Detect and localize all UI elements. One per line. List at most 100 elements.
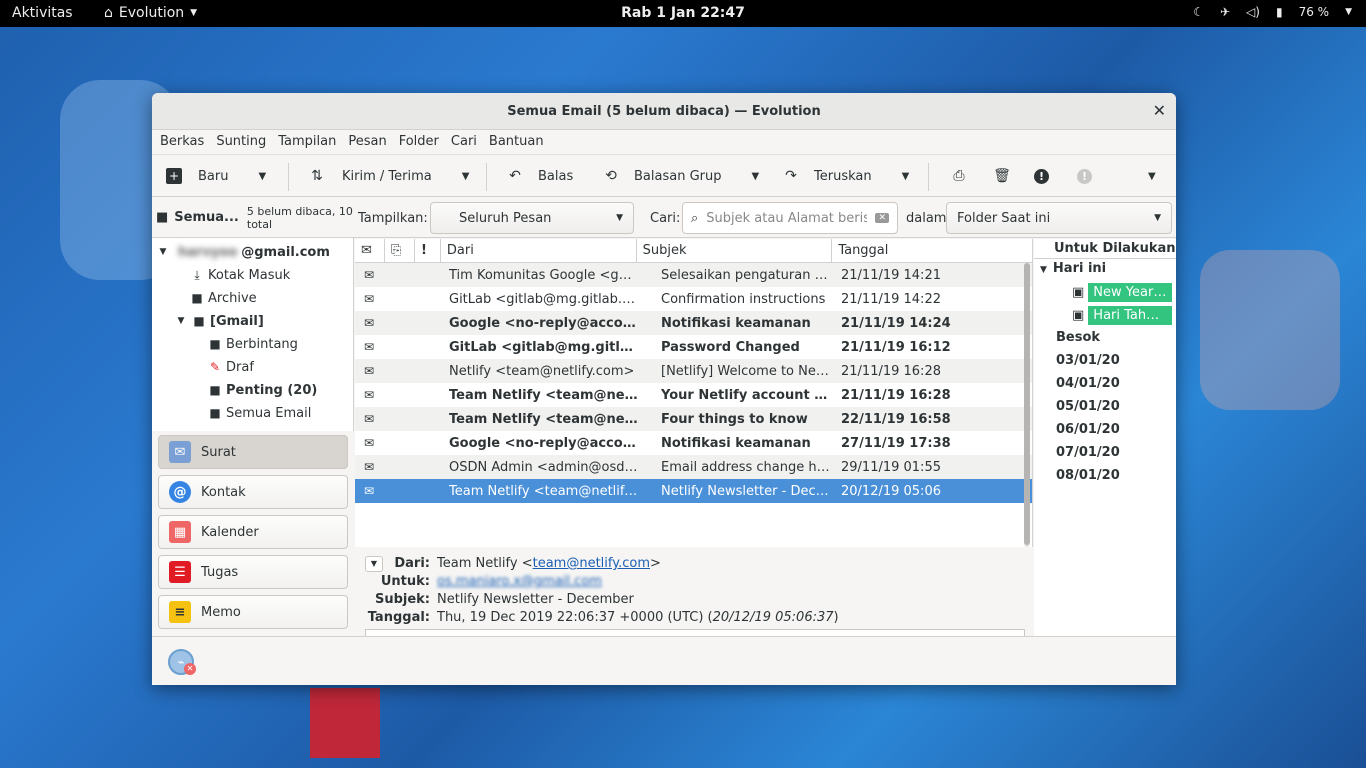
clock[interactable]: Rab 1 Jan 22:47 [0, 5, 1366, 21]
reply-label: Balas [538, 168, 574, 184]
folder-all-mail[interactable]: ■ Semua Email [208, 402, 311, 424]
printer-icon: ⎙ [953, 168, 965, 184]
message-row-selected[interactable]: ✉ Team Netlify <team@netlify.... Netlify N… [355, 479, 1032, 503]
show-filter-value: Seluruh Pesan [459, 210, 552, 226]
message-subject: Password Changed [661, 339, 800, 355]
expander-icon[interactable]: ▼ [174, 316, 188, 326]
todo-date[interactable]: 05/01/20 [1056, 399, 1120, 414]
column-flag[interactable]: ! [415, 239, 441, 262]
inbox-icon: ⤓ [194, 267, 200, 282]
menu-folder[interactable]: Folder [393, 130, 445, 154]
calendar-event-icon: ▣ [1072, 284, 1085, 300]
message-row[interactable]: ✉ Team Netlify <team@netlify.... Your Netl… [355, 383, 1032, 407]
menu-message[interactable]: Pesan [342, 130, 392, 154]
menu-edit[interactable]: Sunting [210, 130, 272, 154]
new-label: Baru [198, 168, 229, 184]
folder-gmail[interactable]: ▼ ■ [Gmail] [174, 310, 264, 332]
todo-date[interactable]: 06/01/20 [1056, 422, 1120, 437]
nav-mail[interactable]: ✉ Surat [158, 435, 348, 469]
message-list-scrollbar[interactable] [1024, 263, 1030, 547]
column-status[interactable]: ✉ [355, 239, 385, 262]
message-row[interactable]: ✉ GitLab <gitlab@mg.gitlab.co... Confirmat… [355, 287, 1032, 311]
message-subject: Confirmation instructions [661, 291, 826, 307]
delete-button[interactable]: 🗑 [991, 163, 1013, 189]
todo-tomorrow[interactable]: Besok [1056, 330, 1100, 345]
column-subject[interactable]: Subjek [637, 239, 833, 262]
system-tray[interactable]: ☾ ✈ ◁) ▮ 76 % ▼ [1193, 5, 1352, 19]
chevron-down-icon: ▼ [1148, 170, 1156, 182]
message-row[interactable]: ✉ Team Netlify <team@netlify.... Four thin… [355, 407, 1032, 431]
chevron-down-icon[interactable]: ▼ [462, 171, 470, 182]
forward-button[interactable]: ↷ Teruskan ▼ [780, 163, 909, 189]
reply-button[interactable]: ↶ Balas [504, 163, 573, 189]
message-row[interactable]: ✉ Google <no-reply@accounts... Notifikasi … [355, 311, 1032, 335]
menu-help[interactable]: Bantuan [483, 130, 550, 154]
preview-from-label: Dari: [394, 556, 430, 571]
todo-date[interactable]: 08/01/20 [1056, 468, 1120, 483]
search-scope-combo[interactable]: Folder Saat ini ▼ [946, 202, 1172, 234]
chevron-down-icon[interactable]: ▼ [751, 171, 759, 182]
scrollbar-thumb[interactable] [1024, 263, 1030, 545]
column-from[interactable]: Dari [441, 239, 637, 262]
chevron-down-icon[interactable]: ▼ [258, 171, 266, 182]
message-row[interactable]: ✉ Google <no-reply@accounts... Notifikasi … [355, 431, 1032, 455]
junk-button[interactable]: ! [1034, 163, 1049, 189]
not-junk-button[interactable]: ! [1077, 163, 1092, 189]
message-from: Google <no-reply@accounts... [449, 315, 639, 331]
expander-icon[interactable]: ▼ [1040, 265, 1047, 275]
preview-subject-value: Netlify Newsletter - December [437, 592, 634, 607]
preview-date: Tanggal: Thu, 19 Dec 2019 22:06:37 +0000… [355, 610, 839, 625]
todo-date[interactable]: 07/01/20 [1056, 445, 1120, 460]
folder-archive[interactable]: ■ Archive [190, 287, 256, 309]
message-row[interactable]: ✉ Netlify <team@netlify.com> [Netlify] Wel… [355, 359, 1032, 383]
menu-search[interactable]: Cari [445, 130, 483, 154]
nav-tasks[interactable]: ☰ Tugas [158, 555, 348, 589]
todo-event[interactable]: ▣ Hari Tahun ... [1072, 304, 1173, 326]
todo-date[interactable]: 04/01/20 [1056, 376, 1120, 391]
search-placeholder: Subjek atau Alamat berisi [706, 210, 868, 226]
account-gmail[interactable]: ▼ harvyoo@gmail.com ⟳ [156, 241, 384, 263]
clear-icon[interactable]: ✕ [875, 213, 889, 223]
close-icon[interactable]: ✕ [1153, 101, 1166, 120]
preview-to-email[interactable]: os.maniaro.x@gmail.com [437, 574, 602, 589]
show-filter-combo[interactable]: Seluruh Pesan ▼ [430, 202, 634, 234]
preview-to: Untuk: os.maniaro.x@gmail.com [355, 574, 602, 589]
menu-file[interactable]: Berkas [154, 130, 210, 154]
message-from: GitLab <gitlab@mg.gitlab.c... [449, 339, 639, 355]
todo-date[interactable]: 03/01/20 [1056, 353, 1120, 368]
nav-calendar[interactable]: ▦ Kalender [158, 515, 348, 549]
folder-important[interactable]: ■ Penting (20) [208, 379, 317, 401]
reply-group-button[interactable]: ⟲ Balasan Grup ▼ [600, 163, 759, 189]
nav-contacts[interactable]: @ Kontak [158, 475, 348, 509]
message-date: 21/11/19 14:24 [841, 315, 951, 331]
chevron-down-icon[interactable]: ▼ [902, 171, 910, 182]
todo-today[interactable]: ▼ Hari ini [1040, 261, 1106, 276]
folder-inbox-label: Kotak Masuk [208, 267, 291, 283]
folder-drafts[interactable]: ✎ Draf [208, 356, 254, 378]
nav-memos[interactable]: ≡ Memo [158, 595, 348, 629]
menu-view[interactable]: Tampilan [272, 130, 342, 154]
new-button[interactable]: + Baru ▼ [166, 163, 266, 189]
folder-starred[interactable]: ■ Berbintang [208, 333, 298, 355]
todo-event[interactable]: ▣ New Year's... [1072, 281, 1173, 303]
airplane-icon: ✈ [1219, 5, 1231, 19]
calendar-icon: ▦ [169, 521, 191, 543]
message-subject: Your Netlify account and h... [661, 387, 833, 403]
message-row[interactable]: ✉ Tim Komunitas Google <goo... Selesaikan … [355, 263, 1032, 287]
toolbar-overflow-button[interactable]: ▼ [1148, 163, 1156, 189]
folder-inbox[interactable]: ⤓ Kotak Masuk [190, 264, 290, 286]
todo-title: Untuk Dilakukan [1034, 239, 1176, 259]
exclamation-icon: ! [1077, 168, 1092, 184]
message-row[interactable]: ✉ OSDN Admin <admin@osdn.... Email address… [355, 455, 1032, 479]
title-bar: Semua Email (5 belum dibaca) — Evolution… [152, 93, 1176, 130]
message-date: 21/11/19 14:22 [841, 291, 941, 307]
expander-icon[interactable]: ▼ [156, 247, 170, 257]
column-attachment[interactable]: ⎘ [385, 239, 415, 262]
battery-percent: 76 % [1298, 5, 1330, 19]
column-date[interactable]: Tanggal [832, 239, 1032, 262]
search-input[interactable]: ⌕ Subjek atau Alamat berisi ✕ [682, 202, 898, 234]
message-row[interactable]: ✉ GitLab <gitlab@mg.gitlab.c... Password C… [355, 335, 1032, 359]
print-button[interactable]: ⎙ [948, 163, 970, 189]
send-receive-button[interactable]: ⇅ Kirim / Terima ▼ [306, 163, 469, 189]
preview-from-email[interactable]: team@netlify.com [533, 556, 650, 571]
